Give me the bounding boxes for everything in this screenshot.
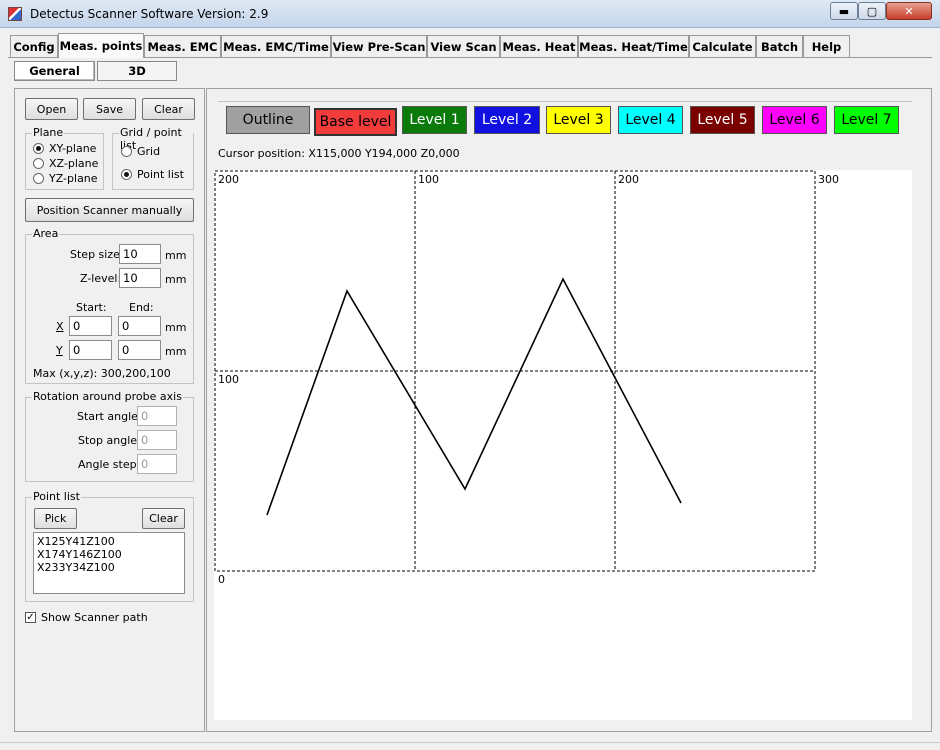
show-scanner-path-checkbox[interactable]: ✓ Show Scanner path <box>25 611 148 624</box>
tab-batch[interactable]: Batch <box>756 35 803 57</box>
radio-label: XY-plane <box>49 142 97 155</box>
radio-xz-plane[interactable]: XZ-plane <box>33 157 98 170</box>
position-scanner-button[interactable]: Position Scanner manually <box>25 198 194 222</box>
start-label: Start: <box>76 301 107 314</box>
tab-meas-emc[interactable]: Meas. EMC <box>144 35 221 57</box>
area-group-title: Area <box>32 227 60 240</box>
step-size-input[interactable]: 10 <box>119 244 161 264</box>
level-outline-button[interactable]: Outline <box>226 106 310 134</box>
level-3-button[interactable]: Level 3 <box>546 106 611 134</box>
radio-button-icon <box>33 143 44 154</box>
z-level-input[interactable]: 10 <box>119 268 161 288</box>
start-angle-input[interactable]: 0 <box>137 406 177 426</box>
pick-button[interactable]: Pick <box>34 508 77 529</box>
subtab-general[interactable]: General <box>14 61 95 81</box>
level-6-button[interactable]: Level 6 <box>762 106 827 134</box>
tab-calculate[interactable]: Calculate <box>689 35 756 57</box>
maximize-button[interactable]: ▢ <box>858 2 886 20</box>
list-item[interactable]: X174Y146Z100 <box>37 548 181 561</box>
close-button[interactable]: ✕ <box>886 2 932 20</box>
tab-meas-heat[interactable]: Meas. Heat <box>500 35 578 57</box>
tab-meas-emc-time[interactable]: Meas. EMC/Time <box>221 35 331 57</box>
stop-angle-input[interactable]: 0 <box>137 430 177 450</box>
tab-view-scan[interactable]: View Scan <box>427 35 500 57</box>
grid-label: 300 <box>818 173 839 186</box>
x-label: X <box>56 320 64 333</box>
tab-meas-heat-time[interactable]: Meas. Heat/Time <box>578 35 689 57</box>
grid-label: 100 <box>418 173 439 186</box>
clear-button[interactable]: Clear <box>142 98 195 120</box>
point-list-clear-button[interactable]: Clear <box>142 508 185 529</box>
start-angle-label: Start angle: <box>77 410 142 423</box>
z-unit: mm <box>165 273 187 286</box>
tab-divider <box>8 57 932 58</box>
point-list-box[interactable]: X125Y41Z100 X174Y146Z100 X233Y34Z100 <box>33 532 185 594</box>
level-1-button[interactable]: Level 1 <box>402 106 467 134</box>
radio-button-icon <box>121 146 132 157</box>
grid-lines <box>214 170 816 572</box>
radio-label: YZ-plane <box>49 172 98 185</box>
y-unit: mm <box>165 345 187 358</box>
list-item[interactable]: X233Y34Z100 <box>37 561 181 574</box>
y-label: Y <box>56 344 63 357</box>
open-button[interactable]: Open <box>25 98 78 120</box>
checkbox-icon: ✓ <box>25 612 36 623</box>
x-unit: mm <box>165 321 187 334</box>
grid-label: 200 <box>218 173 239 186</box>
minimize-button[interactable]: ▬ <box>830 2 858 20</box>
radio-button-icon <box>33 158 44 169</box>
radio-point-list[interactable]: Point list <box>121 168 184 181</box>
x-start-input[interactable]: 0 <box>69 316 112 336</box>
tab-meas-points[interactable]: Meas. points <box>58 33 144 58</box>
scan-plot[interactable]: 200 100 200 300 100 0 <box>214 170 912 720</box>
step-size-label: Step size: <box>70 248 124 261</box>
step-unit: mm <box>165 249 187 262</box>
tab-view-pre-scan[interactable]: View Pre-Scan <box>331 35 427 57</box>
title-bar[interactable]: Detectus Scanner Software Version: 2.9 ▬… <box>0 0 940 28</box>
save-button[interactable]: Save <box>83 98 136 120</box>
max-xyz-text: Max (x,y,z): 300,200,100 <box>33 367 171 380</box>
radio-button-icon <box>121 169 132 180</box>
tab-help[interactable]: Help <box>803 35 850 57</box>
radio-yz-plane[interactable]: YZ-plane <box>33 172 98 185</box>
y-start-input[interactable]: 0 <box>69 340 112 360</box>
list-item[interactable]: X125Y41Z100 <box>37 535 181 548</box>
radio-label: Grid <box>137 145 161 158</box>
rotation-group-title: Rotation around probe axis <box>32 390 183 403</box>
level-2-button[interactable]: Level 2 <box>474 106 540 134</box>
y-end-input[interactable]: 0 <box>118 340 161 360</box>
radio-button-icon <box>33 173 44 184</box>
app-icon <box>8 7 22 21</box>
angle-step-input[interactable]: 0 <box>137 454 177 474</box>
radio-xy-plane[interactable]: XY-plane <box>33 142 96 155</box>
level-4-button[interactable]: Level 4 <box>618 106 683 134</box>
tab-config[interactable]: Config <box>10 35 58 57</box>
stop-angle-label: Stop angle: <box>78 434 141 447</box>
status-bar <box>0 742 940 750</box>
grid-label: 200 <box>618 173 639 186</box>
grid-pointlist-group: Grid / point list <box>112 126 194 190</box>
level-7-button[interactable]: Level 7 <box>834 106 899 134</box>
z-level-label: Z-level: <box>80 272 122 285</box>
point-list-title: Point list <box>32 490 81 503</box>
end-label: End: <box>129 301 154 314</box>
window-title: Detectus Scanner Software Version: 2.9 <box>30 7 269 21</box>
plane-group-title: Plane <box>32 126 65 139</box>
grid-label: 100 <box>218 373 239 386</box>
radio-grid[interactable]: Grid <box>121 145 160 158</box>
grid-label: 0 <box>218 573 225 586</box>
angle-step-label: Angle step: <box>78 458 141 471</box>
radio-label: Point list <box>137 168 184 181</box>
level-5-button[interactable]: Level 5 <box>690 106 755 134</box>
cursor-position-text: Cursor position: X115,000 Y194,000 Z0,00… <box>218 147 460 160</box>
scanner-path-line <box>266 277 682 516</box>
level-base-button[interactable]: Base level <box>314 108 397 136</box>
x-end-input[interactable]: 0 <box>118 316 161 336</box>
grid-labels: 200 100 200 300 100 0 <box>218 173 839 586</box>
subtab-3d[interactable]: 3D <box>97 61 177 81</box>
checkbox-label: Show Scanner path <box>41 611 148 624</box>
radio-label: XZ-plane <box>49 157 99 170</box>
